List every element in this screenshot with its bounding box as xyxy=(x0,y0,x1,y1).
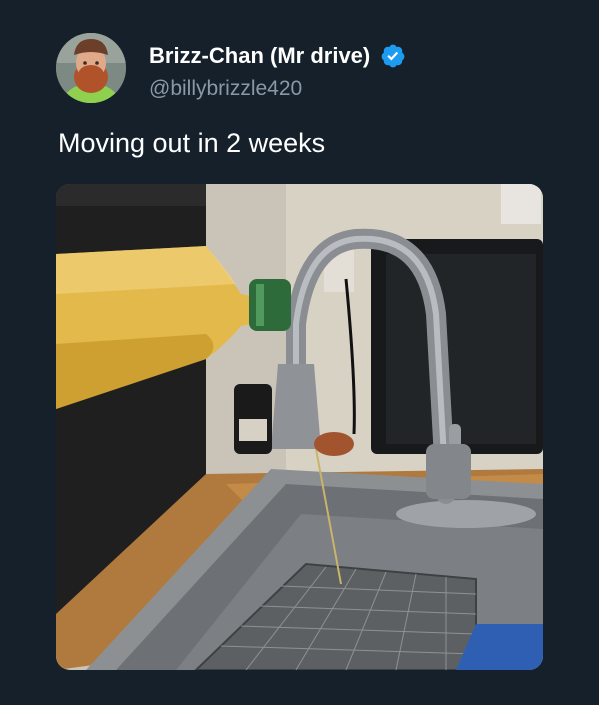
tweet-header: Brizz-Chan (Mr drive) @billybrizzle420 xyxy=(56,33,556,107)
tweet[interactable]: Brizz-Chan (Mr drive) @billybrizzle420 M… xyxy=(0,0,599,705)
avatar[interactable] xyxy=(56,33,126,103)
user-handle[interactable]: @billybrizzle420 xyxy=(149,77,406,101)
tweet-text: Moving out in 2 weeks xyxy=(58,128,326,158)
verified-badge-icon xyxy=(380,43,406,69)
display-name[interactable]: Brizz-Chan (Mr drive) xyxy=(149,43,370,69)
display-name-row: Brizz-Chan (Mr drive) xyxy=(149,41,406,71)
tweet-photo[interactable] xyxy=(56,184,543,670)
name-block: Brizz-Chan (Mr drive) @billybrizzle420 xyxy=(149,41,406,101)
